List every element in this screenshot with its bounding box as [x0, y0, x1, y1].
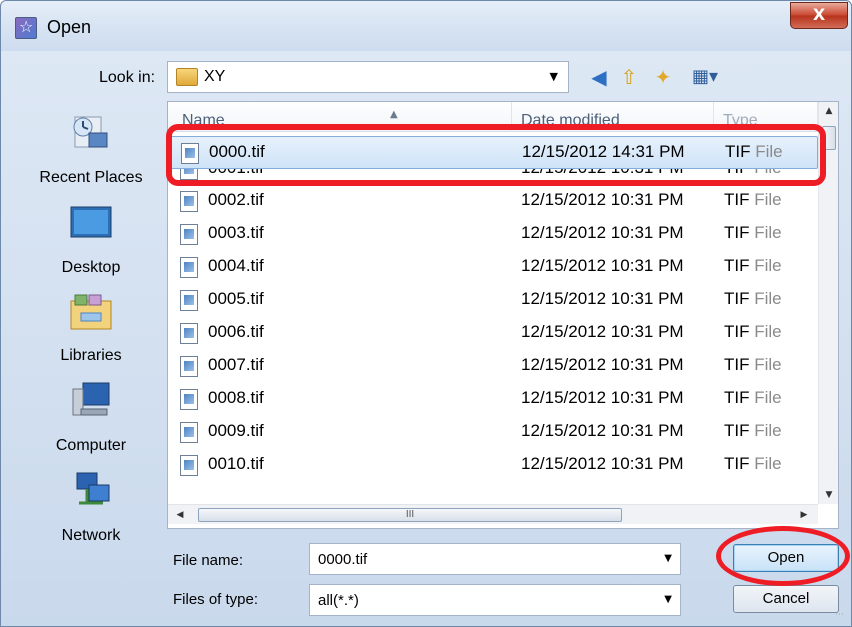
file-row[interactable]: 0003.tif 12/15/2012 10:31 PM TIF File [168, 218, 818, 251]
file-row[interactable]: 0006.tif 12/15/2012 10:31 PM TIF File [168, 317, 818, 350]
look-in-combo[interactable]: XY ▼ [167, 61, 569, 93]
file-name-value: 0000.tif [318, 551, 368, 568]
file-type-label: Files of type: [173, 591, 259, 608]
tif-file-icon [180, 257, 198, 278]
file-row[interactable]: 0010.tif 12/15/2012 10:31 PM TIF File [168, 449, 818, 482]
file-name: 0005.tif [208, 289, 264, 308]
file-type-value: all(*.*) [318, 592, 359, 609]
scroll-left-icon[interactable]: ◀ [170, 505, 190, 525]
folder-icon [176, 68, 198, 86]
file-type: TIF File [724, 289, 782, 308]
libraries-icon [70, 294, 112, 330]
horizontal-scrollbar[interactable]: ◀ III ▶ [168, 504, 818, 524]
app-icon [15, 17, 37, 39]
file-name: 0010.tif [208, 454, 264, 473]
file-date: 12/15/2012 10:31 PM [521, 223, 684, 242]
file-row[interactable]: 0008.tif 12/15/2012 10:31 PM TIF File [168, 383, 818, 416]
place-label: Network [61, 527, 121, 544]
file-date: 12/15/2012 10:31 PM [521, 355, 684, 374]
look-in-value: XY [204, 68, 226, 85]
place-recent-places[interactable]: Recent Places [15, 107, 167, 195]
new-folder-icon[interactable]: ✦ [649, 63, 677, 91]
file-type: TIF File [724, 223, 782, 242]
network-icon [76, 472, 110, 505]
tif-file-icon [180, 224, 198, 245]
place-label: Recent Places [39, 169, 143, 186]
tif-file-icon [180, 290, 198, 311]
file-date: 12/15/2012 10:31 PM [521, 190, 684, 209]
tif-file-icon [180, 356, 198, 377]
file-name-label: File name: [173, 552, 244, 569]
cancel-button[interactable]: Cancel [733, 585, 839, 613]
close-button[interactable]: X [790, 2, 848, 29]
file-type: TIF File [724, 355, 782, 374]
file-row[interactable]: 0005.tif 12/15/2012 10:31 PM TIF File [168, 284, 818, 317]
tif-file-icon [180, 191, 198, 212]
tif-file-icon [180, 422, 198, 443]
place-computer[interactable]: Computer [15, 375, 167, 463]
file-type: TIF File [724, 322, 782, 341]
up-folder-icon[interactable]: ⇧ [615, 63, 643, 91]
recent-places-icon [73, 116, 108, 148]
file-date: 12/15/2012 10:31 PM [521, 388, 684, 407]
file-row[interactable]: 0009.tif 12/15/2012 10:31 PM TIF File [168, 416, 818, 449]
tif-file-icon [180, 455, 198, 476]
places-bar: Recent Places Desktop Libraries Computer… [15, 101, 167, 561]
file-name: 0008.tif [208, 388, 264, 407]
open-dialog: Open X Look in: XY ▼ ◀ ⇧ ✦ ▦▾ Recent Pla… [0, 0, 852, 627]
chevron-down-icon[interactable]: ▼ [664, 594, 672, 605]
look-in-label: Look in: [99, 69, 156, 86]
place-label: Computer [55, 437, 127, 454]
file-name: 0009.tif [208, 421, 264, 440]
file-type: TIF File [724, 190, 782, 209]
file-name: 0007.tif [208, 355, 264, 374]
file-name: 0003.tif [208, 223, 264, 242]
highlight-ellipse-annotation [716, 526, 850, 586]
place-libraries[interactable]: Libraries [15, 285, 167, 373]
place-label: Libraries [60, 347, 122, 364]
file-rows: 0000.tif 12/15/2012 14:31 PM TIF File 00… [168, 136, 818, 482]
file-date: 12/15/2012 10:31 PM [521, 322, 684, 341]
file-type-select[interactable]: all(*.*) ▼ [309, 584, 681, 616]
window-title: Open [47, 17, 92, 37]
title-bar: Open X [1, 1, 851, 51]
file-row[interactable]: 0002.tif 12/15/2012 10:31 PM TIF File [168, 185, 818, 218]
back-icon[interactable]: ◀ [585, 63, 613, 91]
file-type: TIF File [724, 421, 782, 440]
tif-file-icon [180, 323, 198, 344]
file-type: TIF File [724, 388, 782, 407]
view-menu-icon[interactable]: ▦▾ [685, 63, 725, 91]
file-type: TIF File [724, 454, 782, 473]
file-type: TIF File [724, 256, 782, 275]
file-name-input[interactable]: 0000.tif ▼ [309, 543, 681, 575]
chevron-down-icon[interactable]: ▼ [550, 70, 558, 83]
scroll-up-icon[interactable]: ▲ [819, 102, 838, 120]
resize-grip-icon[interactable]: ⋯ [835, 610, 847, 622]
place-desktop[interactable]: Desktop [15, 197, 167, 285]
tif-file-icon [180, 389, 198, 410]
horizontal-scroll-thumb[interactable]: III [198, 508, 622, 522]
file-date: 12/15/2012 10:31 PM [521, 256, 684, 275]
file-row[interactable]: 0004.tif 12/15/2012 10:31 PM TIF File [168, 251, 818, 284]
place-network[interactable]: Network [15, 465, 167, 553]
scroll-right-icon[interactable]: ▶ [794, 505, 814, 525]
file-name: 0006.tif [208, 322, 264, 341]
file-row[interactable]: 0007.tif 12/15/2012 10:31 PM TIF File [168, 350, 818, 383]
file-date: 12/15/2012 10:31 PM [521, 454, 684, 473]
place-label: Desktop [61, 259, 121, 276]
file-name: 0004.tif [208, 256, 264, 275]
desktop-icon [70, 206, 112, 238]
scroll-down-icon[interactable]: ▼ [819, 486, 838, 504]
chevron-down-icon[interactable]: ▼ [664, 553, 672, 564]
file-name: 0002.tif [208, 190, 264, 209]
file-date: 12/15/2012 10:31 PM [521, 421, 684, 440]
file-date: 12/15/2012 10:31 PM [521, 289, 684, 308]
computer-icon [72, 382, 110, 416]
highlight-rectangle-annotation [166, 124, 826, 186]
